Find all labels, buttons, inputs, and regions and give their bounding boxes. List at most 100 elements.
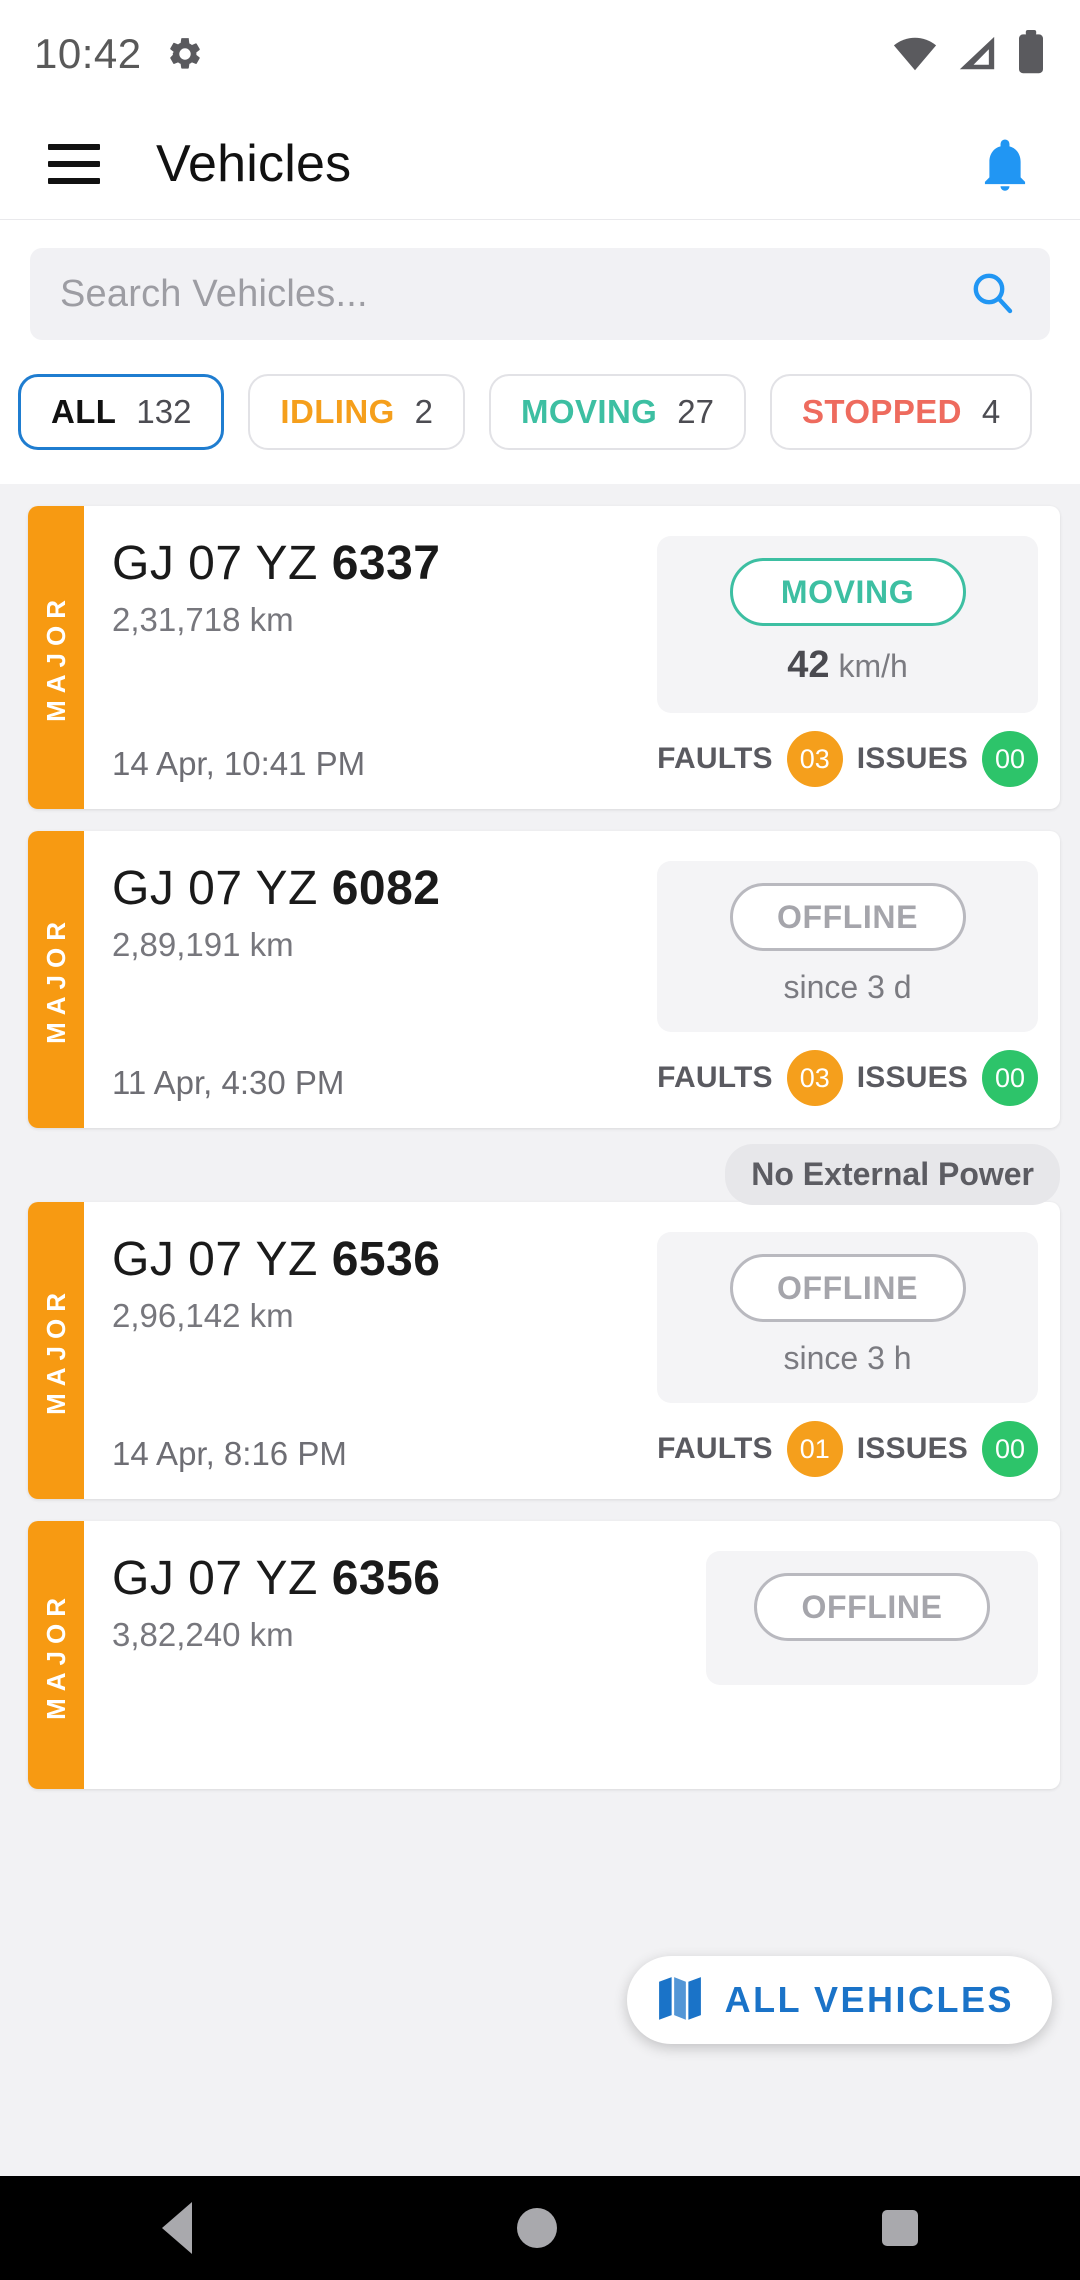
- cellular-icon: [956, 34, 998, 79]
- home-circle-icon[interactable]: [516, 2208, 557, 2248]
- issues-count-badge: 00: [982, 1050, 1038, 1106]
- status-badge: OFFLINE: [754, 1573, 990, 1641]
- vehicle-card-wrapper: MAJOR GJ 07 YZ 6082 2,89,191 km 11 Apr, …: [0, 831, 1080, 1150]
- status-bar: 10:42: [0, 0, 1080, 108]
- search-placeholder: Search Vehicles...: [60, 272, 368, 315]
- table-row[interactable]: MAJOR GJ 07 YZ 6536 2,96,142 km 14 Apr, …: [28, 1202, 1060, 1499]
- vehicle-status-panel: MOVING 42 km/h: [657, 536, 1038, 713]
- vehicle-speed-value: 42: [787, 644, 830, 686]
- severity-label: MAJOR: [40, 1590, 71, 1720]
- table-row[interactable]: MAJOR GJ 07 YZ 6337 2,31,718 km 14 Apr, …: [28, 506, 1060, 809]
- vehicle-plate-prefix: GJ 07 YZ: [112, 862, 332, 915]
- status-badge: OFFLINE: [729, 1254, 966, 1322]
- vehicle-plate: GJ 07 YZ 6082: [112, 861, 657, 916]
- vehicle-plate-number: 6337: [331, 537, 441, 590]
- severity-label: MAJOR: [40, 915, 71, 1044]
- vehicle-offline-since: since 3 d: [783, 969, 912, 1005]
- search-section: Search Vehicles...: [0, 220, 1080, 340]
- vehicle-odometer: 2,89,191 km: [112, 926, 294, 963]
- vehicle-list[interactable]: MAJOR GJ 07 YZ 6337 2,31,718 km 14 Apr, …: [0, 484, 1080, 2176]
- filter-chip-idling[interactable]: IDLING 2: [248, 374, 466, 450]
- vehicle-plate-prefix: GJ 07 YZ: [112, 537, 332, 590]
- filter-chip-all-count: 132: [136, 393, 192, 430]
- bell-icon[interactable]: [974, 133, 1036, 195]
- status-badge: MOVING: [729, 558, 966, 626]
- faults-count-badge: 03: [786, 1050, 843, 1106]
- status-badge: OFFLINE: [729, 883, 966, 951]
- wifi-icon: [892, 34, 938, 79]
- vehicle-counters: FAULTS 03 ISSUES 00: [657, 1032, 1038, 1106]
- severity-stripe: MAJOR: [28, 506, 84, 809]
- vehicle-plate-number: 6536: [331, 1233, 441, 1286]
- vehicle-plate: GJ 07 YZ 6337: [112, 536, 657, 591]
- vehicle-counters: FAULTS 01 ISSUES 00: [657, 1403, 1038, 1477]
- vehicle-status-panel: OFFLINE since 3 d: [657, 861, 1038, 1032]
- vehicle-plate-prefix: GJ 07 YZ: [112, 1552, 332, 1605]
- vehicle-timestamp: 11 Apr, 4:30 PM: [112, 1064, 345, 1101]
- status-bar-clock: 10:42: [34, 30, 142, 77]
- page-title: Vehicles: [156, 134, 352, 193]
- filter-chip-stopped-count: 4: [981, 393, 1001, 430]
- vehicle-odometer: 2,31,718 km: [112, 601, 294, 638]
- power-status-tag: No External Power: [725, 1144, 1060, 1205]
- battery-icon: [1016, 29, 1046, 79]
- faults-label: FAULTS: [657, 1432, 773, 1465]
- app-screen: 10:42 Vehicles Search Vehicles... ALL 13…: [0, 0, 1080, 2280]
- faults-count-badge: 01: [786, 1421, 843, 1477]
- vehicle-status-panel: OFFLINE: [706, 1551, 1038, 1685]
- faults-count-badge: 03: [786, 731, 843, 787]
- issues-label: ISSUES: [856, 1432, 968, 1465]
- all-vehicles-button[interactable]: ALL VEHICLES: [626, 1956, 1052, 2044]
- vehicle-timestamp: 14 Apr, 10:41 PM: [112, 745, 366, 782]
- faults-label: FAULTS: [657, 1061, 773, 1094]
- vehicle-plate: GJ 07 YZ 6356: [112, 1551, 706, 1606]
- severity-stripe: MAJOR: [28, 831, 84, 1128]
- vehicle-odometer: 2,96,142 km: [112, 1297, 294, 1334]
- vehicle-timestamp: [112, 1763, 706, 1767]
- filter-chip-moving[interactable]: MOVING 27: [489, 374, 746, 450]
- issues-label: ISSUES: [856, 1061, 968, 1094]
- app-bar: Vehicles: [0, 108, 1080, 220]
- faults-label: FAULTS: [657, 742, 773, 775]
- vehicle-speed: 42 km/h: [787, 644, 908, 687]
- gear-icon: [166, 35, 204, 73]
- issues-label: ISSUES: [856, 742, 968, 775]
- severity-stripe: MAJOR: [28, 1521, 84, 1789]
- filter-chip-idling-count: 2: [414, 393, 434, 430]
- all-vehicles-label: ALL VEHICLES: [724, 1979, 1014, 2020]
- vehicle-speed-unit: km/h: [838, 648, 908, 684]
- map-icon: [658, 1975, 701, 2026]
- filter-chip-row[interactable]: ALL 132 IDLING 2 MOVING 27 STOPPED 4: [0, 340, 1080, 484]
- severity-label: MAJOR: [40, 593, 71, 722]
- hamburger-menu-icon[interactable]: [48, 143, 100, 184]
- filter-chip-stopped-label: STOPPED: [801, 393, 962, 430]
- filter-chip-moving-label: MOVING: [521, 393, 658, 430]
- vehicle-status-panel: OFFLINE since 3 h: [657, 1232, 1038, 1403]
- recents-square-icon[interactable]: [881, 2210, 918, 2246]
- table-row[interactable]: MAJOR GJ 07 YZ 6356 3,82,240 km OFFLINE: [28, 1521, 1060, 1789]
- filter-chip-all[interactable]: ALL 132: [18, 374, 225, 450]
- issues-count-badge: 00: [982, 1421, 1038, 1477]
- search-input[interactable]: Search Vehicles...: [30, 248, 1050, 340]
- vehicle-plate-prefix: GJ 07 YZ: [112, 1233, 332, 1286]
- android-nav-bar[interactable]: [0, 2176, 1080, 2280]
- filter-chip-all-label: ALL: [51, 393, 117, 430]
- filter-chip-idling-label: IDLING: [280, 393, 395, 430]
- vehicle-plate: GJ 07 YZ 6536: [112, 1232, 657, 1287]
- severity-stripe: MAJOR: [28, 1202, 84, 1499]
- vehicle-offline-since: since 3 h: [783, 1340, 912, 1376]
- vehicle-card-wrapper: No External Power MAJOR GJ 07 YZ 6536 2,…: [0, 1144, 1080, 1521]
- vehicle-plate-number: 6356: [331, 1552, 441, 1605]
- vehicle-odometer: 3,82,240 km: [112, 1616, 294, 1653]
- severity-label: MAJOR: [40, 1286, 71, 1415]
- search-icon[interactable]: [968, 268, 1016, 321]
- vehicle-plate-number: 6082: [331, 862, 441, 915]
- filter-chip-moving-count: 27: [677, 393, 714, 430]
- vehicle-counters: FAULTS 03 ISSUES 00: [657, 713, 1038, 787]
- filter-chip-stopped[interactable]: STOPPED 4: [769, 374, 1033, 450]
- back-triangle-icon[interactable]: [162, 2202, 193, 2254]
- table-row[interactable]: MAJOR GJ 07 YZ 6082 2,89,191 km 11 Apr, …: [28, 831, 1060, 1128]
- issues-count-badge: 00: [982, 731, 1038, 787]
- vehicle-card-wrapper: MAJOR GJ 07 YZ 6337 2,31,718 km 14 Apr, …: [0, 506, 1080, 831]
- vehicle-card-wrapper: MAJOR GJ 07 YZ 6356 3,82,240 km OFFLINE: [0, 1521, 1080, 1811]
